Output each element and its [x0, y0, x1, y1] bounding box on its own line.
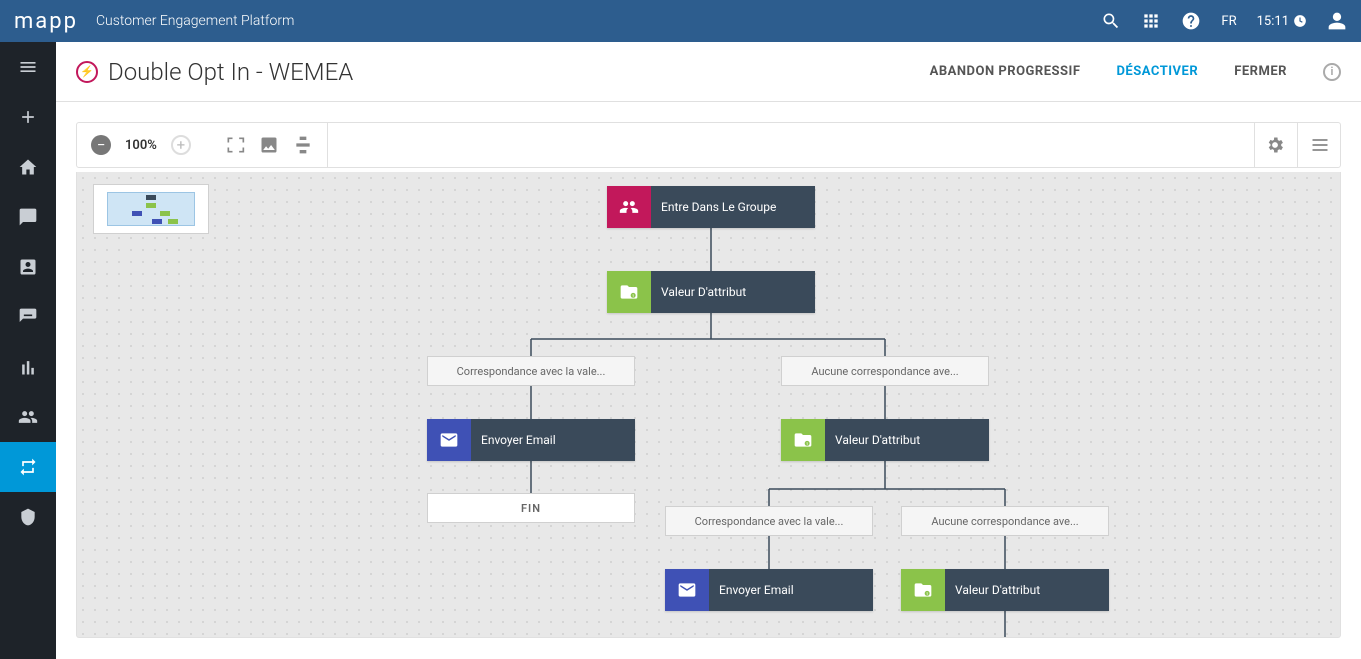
branch-nomatch-2[interactable]: Aucune correspondance ave... [901, 506, 1109, 536]
svg-text:?: ? [926, 593, 928, 598]
zoom-out-button[interactable]: − [91, 135, 111, 155]
node-attribute-value-1[interactable]: ? Valeur D'attribut [607, 271, 815, 313]
flow-canvas[interactable]: Entre Dans Le Groupe ? Valeur D'attribut… [76, 172, 1341, 638]
chat-icon[interactable] [0, 192, 56, 242]
node-enter-group[interactable]: Entre Dans Le Groupe [607, 186, 815, 228]
node-send-email-2[interactable]: Envoyer Email [665, 569, 873, 611]
top-bar: mapp Customer Engagement Platform FR 15:… [0, 0, 1361, 42]
sidebar [0, 42, 56, 659]
node-label: Valeur D'attribut [651, 271, 815, 313]
svg-text:?: ? [806, 443, 808, 448]
align-icon[interactable] [293, 135, 313, 155]
info-icon[interactable]: i [1323, 63, 1341, 81]
menu-icon[interactable] [0, 42, 56, 92]
help-icon[interactable] [1181, 11, 1201, 31]
node-attribute-value-3[interactable]: ? Valeur D'attribut [901, 569, 1109, 611]
close-button[interactable]: FERMER [1234, 64, 1287, 79]
svg-text:?: ? [632, 295, 634, 300]
page-header: ⚡ Double Opt In - WEMEA ABANDON PROGRESS… [56, 42, 1361, 102]
abandon-button[interactable]: ABANDON PROGRESSIF [930, 64, 1081, 79]
node-label: Valeur D'attribut [825, 419, 989, 461]
node-label: Envoyer Email [709, 569, 873, 611]
branch-nomatch-1[interactable]: Aucune correspondance ave... [781, 356, 989, 386]
node-send-email-1[interactable]: Envoyer Email [427, 419, 635, 461]
branch-match-1[interactable]: Correspondance avec la vale... [427, 356, 635, 386]
user-icon[interactable] [1327, 11, 1347, 31]
language-selector[interactable]: FR [1221, 14, 1236, 29]
audience-icon[interactable] [0, 392, 56, 442]
zoom-level: 100% [125, 138, 157, 153]
node-label: Envoyer Email [471, 419, 635, 461]
analytics-icon[interactable] [0, 342, 56, 392]
node-end[interactable]: FIN [427, 493, 635, 523]
add-icon[interactable] [0, 92, 56, 142]
branch-match-2[interactable]: Correspondance avec la vale... [665, 506, 873, 536]
message-icon[interactable] [0, 292, 56, 342]
shield-icon[interactable] [0, 492, 56, 542]
page-title: Double Opt In - WEMEA [108, 58, 353, 86]
home-icon[interactable] [0, 142, 56, 192]
automation-icon[interactable] [0, 442, 56, 492]
logo: mapp [14, 9, 78, 34]
canvas-toolbar: − 100% + [76, 122, 1341, 168]
platform-label: Customer Engagement Platform [96, 13, 295, 29]
whiteboard-icon: ⚡ [76, 61, 98, 83]
list-icon[interactable] [1310, 135, 1330, 155]
gear-icon[interactable] [1265, 135, 1285, 155]
fit-icon[interactable] [225, 135, 245, 155]
node-label: Entre Dans Le Groupe [651, 186, 815, 228]
deactivate-button[interactable]: DÉSACTIVER [1116, 64, 1198, 79]
node-attribute-value-2[interactable]: ? Valeur D'attribut [781, 419, 989, 461]
apps-icon[interactable] [1141, 11, 1161, 31]
search-icon[interactable] [1101, 11, 1121, 31]
minimap[interactable] [93, 184, 209, 234]
zoom-in-button[interactable]: + [171, 135, 191, 155]
image-icon[interactable] [259, 135, 279, 155]
clock: 15:11 [1257, 14, 1307, 29]
node-label: Valeur D'attribut [945, 569, 1109, 611]
contacts-icon[interactable] [0, 242, 56, 292]
